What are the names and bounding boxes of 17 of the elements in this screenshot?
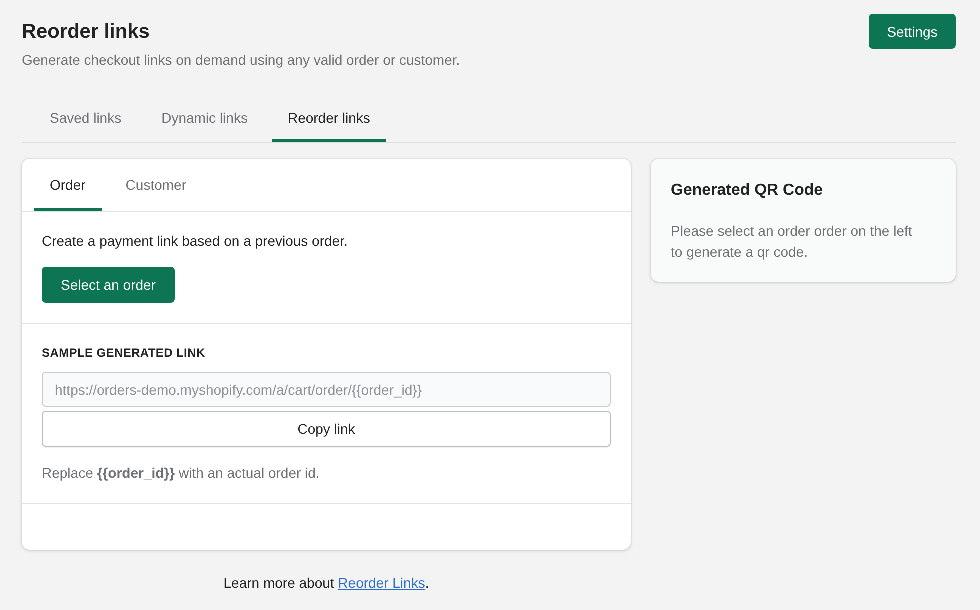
description-text: Create a payment link based on a previous order. bbox=[42, 232, 348, 251]
page-subtitle: Generate checkout links on demand using any valid order or customer. bbox=[22, 51, 460, 70]
page-title: Reorder links bbox=[22, 20, 151, 45]
tab[interactable]: Dynamic links bbox=[146, 94, 264, 142]
select-order-button[interactable]: Select an order bbox=[42, 267, 175, 303]
section-title: SAMPLE GENERATED LINK bbox=[42, 345, 206, 362]
qr-card-title: Generated QR Code bbox=[671, 181, 824, 201]
settings-button[interactable]: Settings bbox=[869, 14, 956, 49]
reorder-links-link[interactable]: Reorder Links bbox=[338, 575, 426, 591]
tab[interactable]: Customer bbox=[110, 159, 202, 211]
tab[interactable]: Saved links bbox=[34, 94, 138, 142]
tab[interactable]: Order bbox=[34, 159, 102, 211]
qr-card-message: Please select an order order on the left to generate a qr code. bbox=[671, 222, 914, 262]
copy-link-button[interactable]: Copy link bbox=[42, 411, 611, 447]
footer-text: Learn more about Reorder Links. bbox=[222, 574, 430, 593]
hint-text: Replace {{order_id}} with an actual order id. bbox=[42, 464, 320, 483]
tab[interactable]: Reorder links bbox=[272, 94, 386, 142]
